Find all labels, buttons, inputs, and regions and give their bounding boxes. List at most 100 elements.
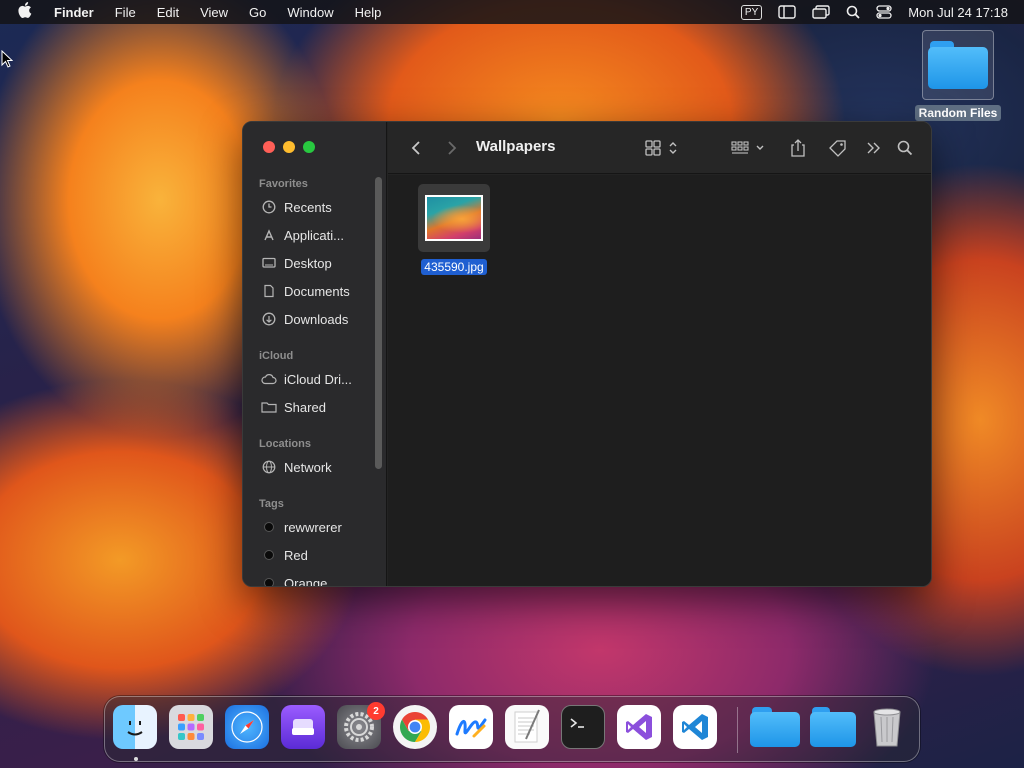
finder-window: Favorites Recents Applicati... Desktop D… <box>242 121 932 587</box>
sidebar-item-label: Applicati... <box>284 227 344 243</box>
dock-safari[interactable] <box>225 705 269 749</box>
notification-badge: 2 <box>367 702 385 720</box>
sidebar-item-label: Orange <box>284 575 328 587</box>
tag-button[interactable] <box>828 136 848 160</box>
dock-freeform[interactable] <box>449 705 493 749</box>
close-window-button[interactable] <box>263 141 275 153</box>
search-icon[interactable] <box>895 136 915 160</box>
dock-separator <box>737 707 738 753</box>
compass-icon <box>231 711 263 743</box>
icon-view-button[interactable] <box>643 136 683 160</box>
finder-face-icon <box>127 721 143 736</box>
sidebar-item-shared[interactable]: Shared <box>261 396 326 418</box>
vscode-icon <box>682 714 708 740</box>
sidebar-item-desktop[interactable]: Desktop <box>261 252 332 274</box>
dock-folder-2[interactable] <box>807 705 859 749</box>
apple-menu-icon[interactable] <box>18 2 36 22</box>
folder-icon <box>810 707 856 747</box>
file-thumbnail-selection <box>418 184 490 252</box>
dock-hard-drive-utility[interactable] <box>281 705 325 749</box>
file-item[interactable]: 435590.jpg <box>416 184 492 276</box>
sidebar-item-documents[interactable]: Documents <box>261 280 350 302</box>
menu-clock[interactable]: Mon Jul 24 17:18 <box>908 5 1008 20</box>
sidebar-item-label: Network <box>284 459 332 475</box>
control-center-icon[interactable] <box>876 5 892 19</box>
folder-icon <box>928 41 988 89</box>
download-icon <box>261 311 277 327</box>
trash-icon <box>873 708 901 747</box>
tag-dot-icon <box>261 519 277 535</box>
textedit-page-icon <box>514 709 540 743</box>
terminal-prompt-icon <box>570 718 584 728</box>
spotlight-search-icon[interactable] <box>846 5 860 19</box>
sidebar-item-label: Recents <box>284 199 332 215</box>
sidebar-item-applications[interactable]: Applicati... <box>261 224 344 246</box>
cloud-icon <box>261 371 277 387</box>
sidebar-section-favorites: Favorites <box>259 178 308 190</box>
forward-button[interactable] <box>444 136 460 160</box>
more-toolbar-items-button[interactable] <box>864 136 884 160</box>
desktop-icon <box>261 255 277 271</box>
back-button[interactable] <box>408 136 424 160</box>
sidebar-toggle-icon[interactable] <box>778 5 796 19</box>
sidebar-item-downloads[interactable]: Downloads <box>261 308 348 330</box>
window-title: Wallpapers <box>476 138 556 155</box>
menu-window[interactable]: Window <box>287 5 333 20</box>
screen-mirroring-icon[interactable] <box>812 5 830 19</box>
sidebar-item-label: Shared <box>284 399 326 415</box>
sidebar-section-locations: Locations <box>259 438 311 450</box>
sidebar-tag-rewwrerer[interactable]: rewwrerer <box>261 516 342 538</box>
sidebar-item-label: rewwrerer <box>284 519 342 535</box>
menu-file[interactable]: File <box>115 5 136 20</box>
dock-launchpad[interactable] <box>169 705 213 749</box>
shared-folder-icon <box>261 399 277 415</box>
sidebar-section-tags: Tags <box>259 498 284 510</box>
sidebar-item-label: Desktop <box>284 255 332 271</box>
dock-vscode[interactable] <box>673 705 717 749</box>
finder-sidebar: Favorites Recents Applicati... Desktop D… <box>243 122 387 586</box>
dock-trash[interactable] <box>865 705 909 749</box>
file-name-label: 435590.jpg <box>421 259 487 275</box>
group-by-button[interactable] <box>730 136 770 160</box>
desktop-folder-random-files[interactable]: Random Files <box>914 30 1002 122</box>
sidebar-tag-orange[interactable]: Orange <box>261 572 328 587</box>
sidebar-item-network[interactable]: Network <box>261 456 332 478</box>
sidebar-tag-red[interactable]: Red <box>261 544 308 566</box>
clock-icon <box>261 199 277 215</box>
sidebar-item-label: iCloud Dri... <box>284 371 352 387</box>
sidebar-item-label: Documents <box>284 283 350 299</box>
menu-bar: Finder File Edit View Go Window Help PY … <box>0 0 1024 24</box>
finder-running-indicator <box>134 757 138 761</box>
zoom-window-button[interactable] <box>303 141 315 153</box>
dock-visual-studio[interactable] <box>617 705 661 749</box>
share-button[interactable] <box>788 136 808 160</box>
freeform-scribble-icon <box>455 718 487 738</box>
menu-view[interactable]: View <box>200 5 228 20</box>
document-icon <box>261 283 277 299</box>
sidebar-item-label: Downloads <box>284 311 349 327</box>
sidebar-item-icloud-drive[interactable]: iCloud Dri... <box>261 368 352 390</box>
dock-finder[interactable] <box>113 705 157 749</box>
dock-folder-1[interactable] <box>749 705 801 749</box>
dock-chrome[interactable] <box>393 705 437 749</box>
minimize-window-button[interactable] <box>283 141 295 153</box>
finder-toolbar: Wallpapers <box>388 122 931 174</box>
menu-finder[interactable]: Finder <box>54 5 94 20</box>
tag-dot-icon <box>261 575 277 586</box>
dock-terminal[interactable] <box>561 705 605 749</box>
menu-help[interactable]: Help <box>355 5 382 20</box>
dock-textedit[interactable] <box>505 705 549 749</box>
chrome-icon <box>399 712 431 742</box>
menu-edit[interactable]: Edit <box>157 5 179 20</box>
input-source-indicator[interactable]: PY <box>740 4 763 20</box>
dock: 2 <box>104 696 920 762</box>
desktop-folder-selection <box>922 30 994 100</box>
sidebar-item-recents[interactable]: Recents <box>261 196 332 218</box>
globe-icon <box>261 459 277 475</box>
sidebar-scrollbar[interactable] <box>375 177 382 469</box>
finder-content-area[interactable]: 435590.jpg <box>388 175 931 586</box>
menu-go[interactable]: Go <box>249 5 266 20</box>
tag-dot-icon <box>261 547 277 563</box>
applications-icon <box>261 227 277 243</box>
image-thumbnail <box>425 195 483 241</box>
